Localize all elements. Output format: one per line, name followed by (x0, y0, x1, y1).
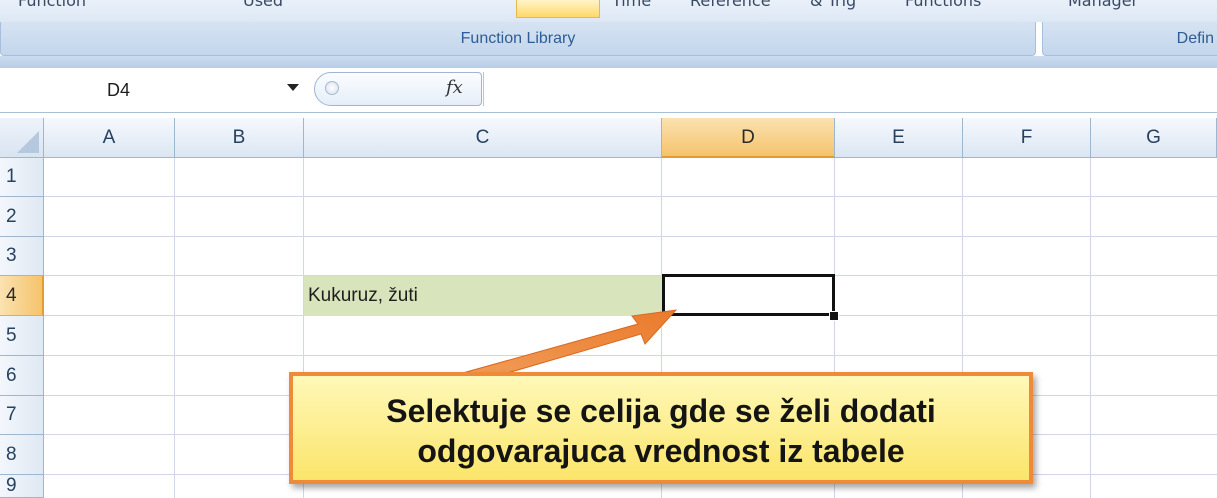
ribbon-command-label[interactable]: Reference (690, 0, 771, 10)
ribbon: Function Used Time Reference & Trig Func… (0, 0, 1217, 68)
column-header-a[interactable]: A (44, 118, 175, 158)
column-header-d[interactable]: D (662, 118, 835, 158)
ribbon-bottom-edge (0, 56, 1217, 68)
cell-c4[interactable]: Kukuruz, žuti (304, 276, 662, 316)
column-header-g[interactable]: G (1091, 118, 1217, 158)
formula-bar: D4 𝑓𝑥 (0, 68, 1217, 113)
formula-control-icon[interactable] (325, 81, 339, 95)
ribbon-command-strip: Function Used Time Reference & Trig Func… (0, 0, 1217, 22)
ribbon-active-button[interactable] (516, 0, 600, 18)
insert-function-icon[interactable]: 𝑓𝑥 (446, 77, 463, 98)
column-header-f[interactable]: F (963, 118, 1091, 158)
select-all-icon (17, 131, 39, 153)
row-header-5[interactable]: 5 (0, 316, 44, 356)
group-label-defined-names: Defin (1042, 22, 1217, 56)
ribbon-command-label[interactable]: & Trig (810, 0, 856, 10)
row-header-8[interactable]: 8 (0, 435, 44, 475)
grid-line (1090, 158, 1091, 498)
ribbon-command-label[interactable]: Functions (905, 0, 981, 10)
column-header-e[interactable]: E (835, 118, 963, 158)
column-header-c[interactable]: C (304, 118, 662, 158)
row-header-4[interactable]: 4 (0, 276, 44, 316)
group-label-function-library: Function Library (0, 22, 1036, 56)
grid-line (44, 196, 1217, 197)
grid-line (44, 355, 1217, 356)
grid-line (174, 158, 175, 498)
chevron-down-icon[interactable] (287, 84, 299, 91)
row-header-2[interactable]: 2 (0, 197, 44, 237)
callout-line-2: odgovarajuca vrednost iz tabele (417, 433, 905, 469)
row-header-3[interactable]: 3 (0, 237, 44, 276)
cell-d4-selected[interactable] (662, 274, 835, 316)
row-header-1[interactable]: 1 (0, 158, 44, 197)
row-header-9[interactable]: 9 (0, 475, 44, 498)
callout-line-1: Selektuje se celija gde se želi dodati (386, 393, 936, 429)
instruction-callout: Selektuje se celija gde se želi dodati o… (289, 372, 1033, 484)
formula-buttons: 𝑓𝑥 (314, 72, 482, 106)
row-header-7[interactable]: 7 (0, 396, 44, 435)
name-box-value: D4 (107, 80, 131, 100)
column-header-b[interactable]: B (175, 118, 304, 158)
ribbon-command-label[interactable]: Time (612, 0, 651, 10)
formula-input[interactable] (483, 72, 1217, 106)
name-box[interactable]: D4 (0, 74, 308, 108)
ribbon-command-label[interactable]: Used (243, 0, 283, 10)
ribbon-command-label[interactable]: Function (18, 0, 86, 10)
fill-handle[interactable] (829, 311, 839, 321)
select-all-button[interactable] (0, 118, 44, 158)
row-header-6[interactable]: 6 (0, 356, 44, 396)
ribbon-command-label[interactable]: Manager (1068, 0, 1138, 10)
grid-line (44, 236, 1217, 237)
